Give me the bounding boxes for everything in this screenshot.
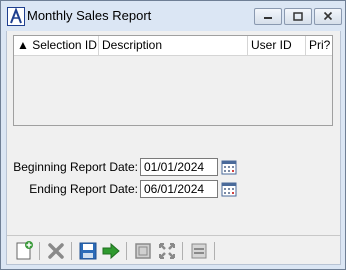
window-title: Monthly Sales Report [27, 8, 152, 23]
save-icon [79, 242, 97, 260]
page-button[interactable] [132, 240, 154, 262]
beginning-date-calendar-button[interactable] [221, 159, 237, 175]
beginning-date-label: Beginning Report Date: [13, 160, 138, 174]
title-bar[interactable]: Monthly Sales Report [1, 1, 345, 31]
calendar-icon [221, 182, 237, 197]
beginning-date-field[interactable]: 01/01/2024 [140, 158, 218, 176]
toolbar-separator [71, 242, 72, 260]
new-button[interactable] [13, 240, 35, 262]
selection-grid[interactable]: ▲ Selection ID Description User ID Pri? [13, 35, 333, 126]
toolbar-separator [214, 242, 215, 260]
new-document-icon [16, 241, 33, 260]
column-header-description[interactable]: Description [99, 36, 248, 55]
toolbar-separator [39, 242, 40, 260]
client-area: ▲ Selection ID Description User ID Pri? … [6, 31, 341, 265]
list-button[interactable] [188, 240, 210, 262]
toolbar-separator [182, 242, 183, 260]
page-icon [135, 243, 151, 259]
run-arrow-icon [102, 242, 120, 260]
calendar-icon [221, 160, 237, 175]
save-button[interactable] [77, 240, 99, 262]
expand-icon [159, 243, 175, 259]
ending-date-field[interactable]: 06/01/2024 [140, 180, 218, 198]
column-header-pri[interactable]: Pri? [306, 36, 332, 55]
column-header-user-id[interactable]: User ID [248, 36, 306, 55]
app-logo-icon[interactable] [7, 7, 25, 26]
delete-icon [48, 243, 64, 259]
report-window: Monthly Sales Report ▲ Selection ID Desc… [0, 0, 346, 270]
ending-date-label: Ending Report Date: [29, 182, 138, 196]
delete-button[interactable] [45, 240, 67, 262]
toolbar [7, 236, 340, 264]
restore-icon [293, 12, 303, 21]
run-button[interactable] [100, 240, 122, 262]
minimize-button[interactable] [254, 8, 282, 25]
maximize-button[interactable] [284, 8, 312, 25]
grid-header: ▲ Selection ID Description User ID Pri? [14, 36, 332, 56]
toolbar-separator [126, 242, 127, 260]
minimize-icon [264, 17, 272, 19]
close-button[interactable] [314, 8, 342, 25]
column-header-selection-id[interactable]: ▲ Selection ID [14, 36, 99, 55]
ending-date-calendar-button[interactable] [221, 181, 237, 197]
expand-button[interactable] [156, 240, 178, 262]
list-icon [191, 243, 207, 259]
close-icon [323, 11, 333, 21]
